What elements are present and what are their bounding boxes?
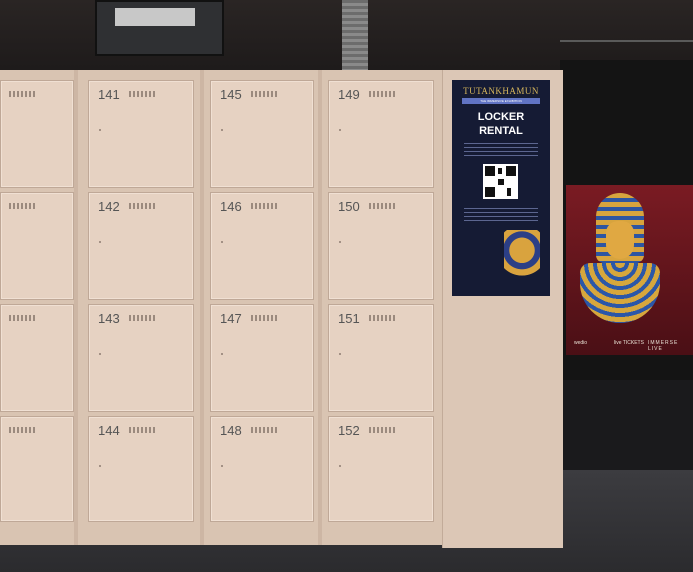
locker-door-148[interactable]: 148 [210, 416, 314, 522]
vent-icon [9, 315, 37, 321]
vent-icon [129, 427, 157, 433]
locker-door-144[interactable]: 144 [88, 416, 194, 522]
vent-icon [129, 203, 157, 209]
kiosk-screen[interactable]: TUTANKHAMUN THE IMMERSIVE EXHIBITION LOC… [452, 80, 550, 296]
locker-number: 143 [98, 311, 120, 326]
pharaoh-mask-icon [504, 230, 540, 288]
locker-number: 146 [220, 199, 242, 214]
locker-door-147[interactable]: 147 [210, 304, 314, 412]
locker-door-partial[interactable] [0, 304, 74, 412]
locker-door-150[interactable]: 150 [328, 192, 434, 300]
locker-number: 149 [338, 87, 360, 102]
exhibition-poster: wedio live TICKETS IMMERSE LIVE [566, 185, 693, 355]
kiosk-brand: TUTANKHAMUN [463, 86, 539, 96]
locker-number: 141 [98, 87, 120, 102]
vent-icon [129, 91, 157, 97]
locker-door-143[interactable]: 143 [88, 304, 194, 412]
locker-divider [318, 70, 322, 545]
locker-divider [200, 70, 204, 545]
lock-hole-icon [221, 465, 223, 467]
vent-icon [369, 427, 397, 433]
locker-door-142[interactable]: 142 [88, 192, 194, 300]
kiosk-title-line-1: LOCKER [477, 111, 525, 123]
vent-icon [251, 91, 279, 97]
vent-icon [369, 315, 397, 321]
vent-icon [9, 427, 37, 433]
vent-icon [251, 427, 279, 433]
kiosk-title-line-2: RENTAL [479, 125, 523, 137]
locker-door-145[interactable]: 145 [210, 80, 314, 188]
kiosk-instructions [464, 143, 538, 157]
lock-hole-icon [339, 129, 341, 131]
lock-hole-icon [221, 241, 223, 243]
vent-icon [369, 91, 397, 97]
ceiling-duct [342, 0, 368, 70]
vent-icon [9, 91, 37, 97]
kiosk-subtitle: THE IMMERSIVE EXHIBITION [462, 98, 540, 104]
sponsor-logo: live TICKETS [614, 340, 644, 346]
lock-hole-icon [339, 353, 341, 355]
sponsor-logo: wedio [574, 340, 588, 346]
locker-number: 152 [338, 423, 360, 438]
locker-door-146[interactable]: 146 [210, 192, 314, 300]
lock-hole-icon [99, 129, 101, 131]
lock-hole-icon [221, 353, 223, 355]
locker-number: 151 [338, 311, 360, 326]
kiosk-instructions [464, 208, 538, 222]
ceiling-projector [95, 0, 224, 56]
locker-number: 150 [338, 199, 360, 214]
locker-number: 144 [98, 423, 120, 438]
locker-door-141[interactable]: 141 [88, 80, 194, 188]
locker-door-151[interactable]: 151 [328, 304, 434, 412]
locker-number: 148 [220, 423, 242, 438]
lock-hole-icon [99, 465, 101, 467]
lock-hole-icon [99, 353, 101, 355]
locker-door-partial[interactable] [0, 416, 74, 522]
locker-divider [74, 70, 78, 545]
qr-code-icon[interactable] [483, 164, 518, 199]
locker-door-partial[interactable] [0, 192, 74, 300]
sponsor-logo: IMMERSE LIVE [648, 340, 679, 352]
locker-number: 147 [220, 311, 242, 326]
locker-door-partial[interactable] [0, 80, 74, 188]
lock-hole-icon [339, 241, 341, 243]
locker-number: 145 [220, 87, 242, 102]
pharaoh-mask-icon [580, 193, 660, 333]
locker-door-152[interactable]: 152 [328, 416, 434, 522]
vent-icon [9, 203, 37, 209]
locker-photo-scene: 141 142 143 144 145 146 147 148 149 150 … [0, 0, 693, 572]
vent-icon [369, 203, 397, 209]
lock-hole-icon [339, 465, 341, 467]
vent-icon [251, 203, 279, 209]
lock-hole-icon [99, 241, 101, 243]
projector-lens [115, 8, 195, 26]
vent-icon [251, 315, 279, 321]
ceiling-beam [560, 40, 693, 42]
vent-icon [129, 315, 157, 321]
locker-number: 142 [98, 199, 120, 214]
locker-door-149[interactable]: 149 [328, 80, 434, 188]
lock-hole-icon [221, 129, 223, 131]
